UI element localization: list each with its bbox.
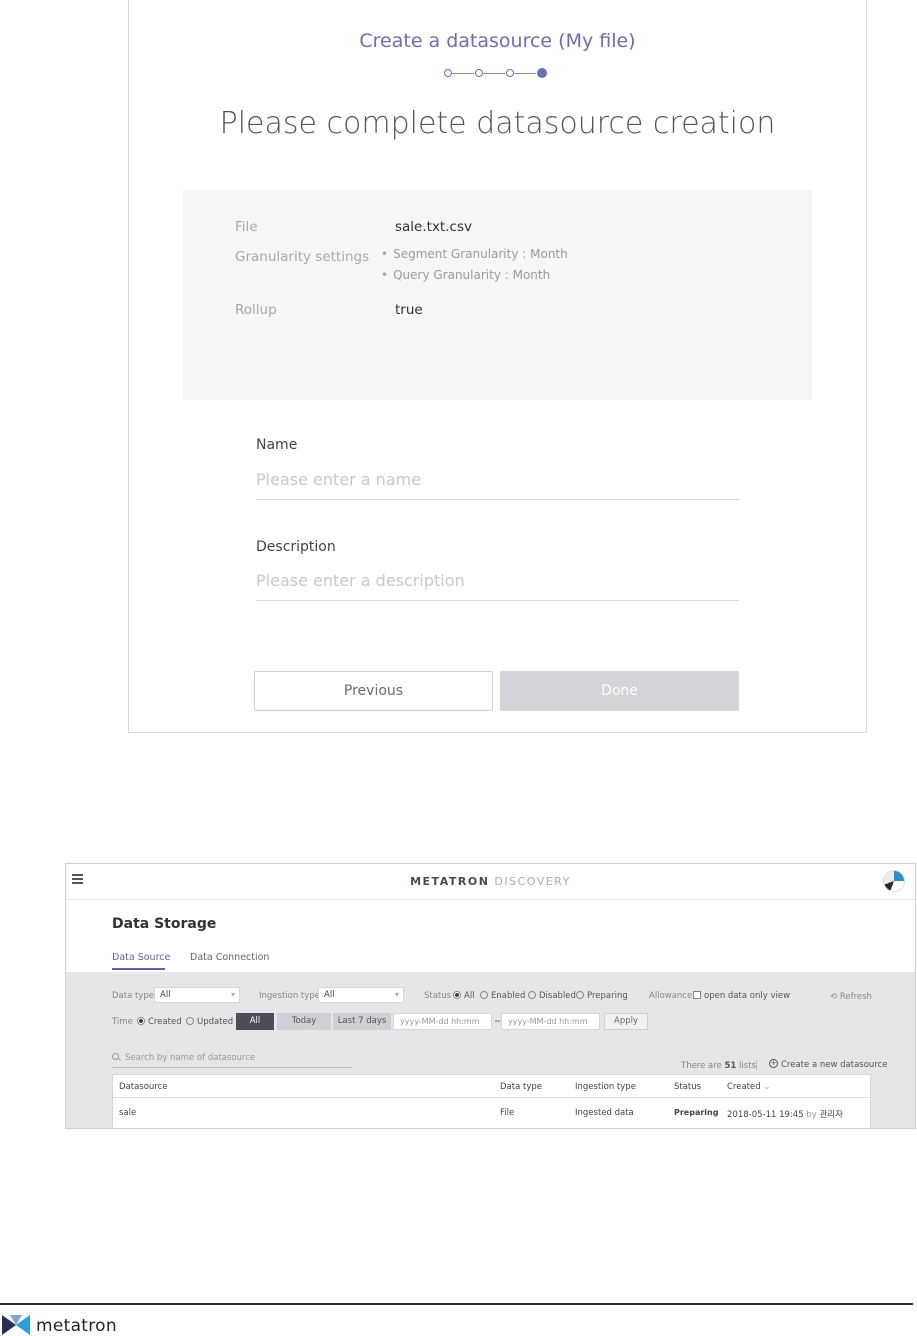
create-datasource-button[interactable]: + Create a new datasource [769, 1059, 888, 1070]
time-last7days-button[interactable]: Last 7 days [333, 1013, 391, 1030]
radio-checked-icon [137, 1016, 145, 1025]
time-all-button[interactable]: All [236, 1013, 274, 1030]
footer-divider [0, 1303, 913, 1305]
brand-sub: DISCOVERY [494, 875, 571, 888]
radio-checked-icon [453, 990, 461, 999]
cell-created: 2018-05-11 19:45 by 관리자 [727, 1110, 843, 1120]
time-label: Time [112, 1017, 133, 1027]
query-granularity: Query Granularity : Month [381, 268, 550, 282]
completion-heading: Please complete datasource creation [219, 106, 776, 141]
cell-data-type: File [500, 1108, 515, 1118]
step-indicator [444, 68, 547, 80]
status-enabled-radio[interactable]: Enabled [480, 990, 525, 1001]
brand-main: METATRON [410, 875, 490, 888]
date-to-input[interactable]: yyyy-MM-dd hh:mm [501, 1013, 600, 1030]
name-label: Name [256, 437, 298, 453]
radio-icon [576, 990, 584, 999]
checkbox-icon [693, 990, 701, 999]
allowance-label: Allowance [649, 991, 693, 1001]
table-header: Datasource Data type Ingestion type Stat… [113, 1075, 870, 1098]
data-storage-screen: METATRON DISCOVERY Data Storage Data Sou… [65, 863, 916, 1129]
status-all-radio[interactable]: All [453, 990, 475, 1001]
metatron-logo-icon [2, 1315, 30, 1335]
status-label: Status [424, 991, 452, 1001]
cell-datasource: sale [119, 1108, 137, 1118]
list-count: There are 51 lists [681, 1061, 756, 1071]
rollup-label: Rollup [235, 302, 277, 318]
file-value: sale.txt.csv [395, 219, 472, 235]
file-label: File [235, 219, 258, 235]
granularity-label: Granularity settings [235, 249, 370, 265]
top-bar: METATRON DISCOVERY [66, 864, 915, 900]
time-created-radio[interactable]: Created [137, 1016, 182, 1027]
ingestion-type-label: Ingestion type [259, 991, 320, 1001]
previous-button[interactable]: Previous [254, 671, 493, 711]
status-disabled-radio[interactable]: Disabled [528, 990, 576, 1001]
cell-ingestion-type: Ingested data [575, 1108, 634, 1118]
summary-panel: File sale.txt.csv Granularity settings S… [183, 190, 812, 400]
sort-icon: ⌄ [763, 1082, 771, 1092]
data-type-label: Data type [112, 991, 154, 1001]
step-4-dot [537, 68, 547, 78]
tab-data-connection[interactable]: Data Connection [190, 952, 269, 963]
page-title: Data Storage [112, 916, 217, 932]
divider [756, 1060, 757, 1070]
datasource-table: Datasource Data type Ingestion type Stat… [112, 1074, 871, 1128]
rollup-value: true [395, 302, 423, 318]
table-row[interactable]: sale File Ingested data Preparing 2018-0… [113, 1098, 870, 1128]
radio-icon [480, 990, 488, 999]
segment-granularity: Segment Granularity : Month [381, 247, 568, 261]
dialog-title: Create a datasource (My file) [359, 30, 636, 52]
refresh-icon: ⟲ [830, 992, 840, 1002]
description-label: Description [256, 539, 336, 555]
time-updated-radio[interactable]: Updated [186, 1016, 233, 1027]
plus-icon: + [769, 1059, 778, 1068]
radio-icon [186, 1016, 194, 1025]
data-type-select[interactable]: All [154, 987, 240, 1003]
search-input[interactable]: Search by name of datasource [112, 1053, 352, 1068]
user-avatar[interactable] [883, 870, 905, 892]
refresh-button[interactable]: ⟲ Refresh [830, 992, 872, 1002]
footer-logo-text: metatron [36, 1316, 117, 1336]
col-datasource[interactable]: Datasource [119, 1082, 168, 1092]
create-datasource-dialog: Create a datasource (My file) Please com… [128, 0, 867, 733]
col-ingestion-type[interactable]: Ingestion type [575, 1082, 636, 1092]
radio-icon [528, 990, 536, 999]
name-input[interactable] [256, 470, 739, 500]
step-2-dot [475, 69, 483, 77]
tab-data-source[interactable]: Data Source [112, 952, 170, 963]
open-data-checkbox[interactable]: open data only view [693, 990, 790, 1001]
active-tab-indicator [112, 968, 165, 970]
brand-logo: METATRON DISCOVERY [66, 875, 915, 888]
col-status[interactable]: Status [674, 1082, 701, 1092]
step-3-dot [506, 69, 514, 77]
description-input[interactable] [256, 571, 739, 601]
col-data-type[interactable]: Data type [500, 1082, 542, 1092]
search-icon [112, 1053, 119, 1060]
col-created[interactable]: Created ⌄ [727, 1082, 770, 1092]
apply-button[interactable]: Apply [604, 1013, 648, 1030]
done-button[interactable]: Done [500, 671, 739, 711]
step-1-dot [444, 69, 452, 77]
status-preparing-radio[interactable]: Preparing [576, 990, 628, 1001]
date-from-input[interactable]: yyyy-MM-dd hh:mm [393, 1013, 492, 1030]
status-badge: Preparing [674, 1108, 719, 1117]
time-today-button[interactable]: Today [277, 1013, 331, 1030]
ingestion-type-select[interactable]: All [318, 987, 404, 1003]
